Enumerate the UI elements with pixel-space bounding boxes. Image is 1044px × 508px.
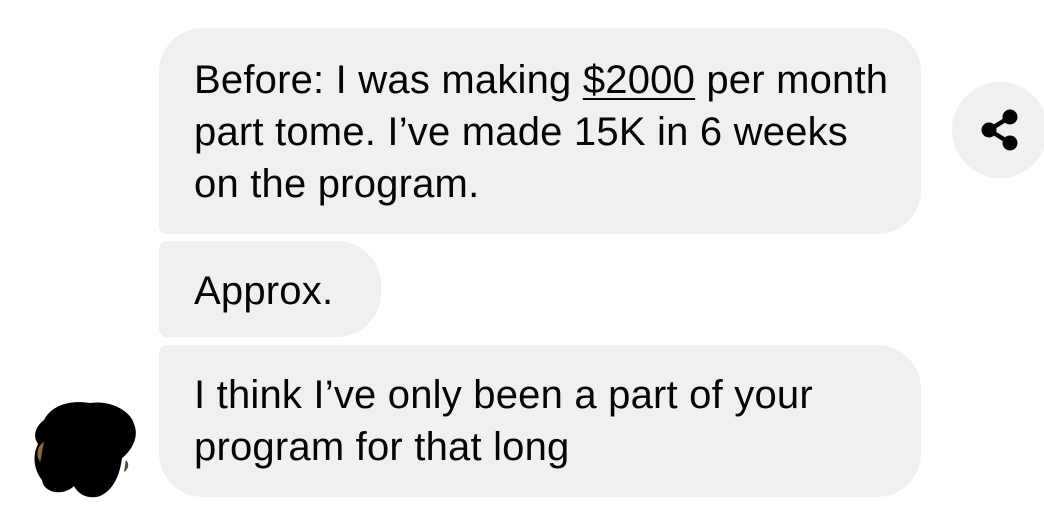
sender-avatar[interactable] [30,400,140,500]
message-bubble[interactable]: I think I’ve only been a part of your pr… [159,345,921,497]
money-link[interactable]: $2000 [583,58,695,102]
message-text: Approx. [194,269,334,313]
share-icon [981,109,1018,151]
message-text: I think I’ve only been a part of your pr… [194,373,813,469]
message-bubble[interactable]: Approx. [159,241,381,337]
message-text: Before: I was making [194,58,583,102]
message-bubble[interactable]: Before: I was making $2000 per month par… [159,28,921,234]
share-button[interactable] [952,82,1044,178]
